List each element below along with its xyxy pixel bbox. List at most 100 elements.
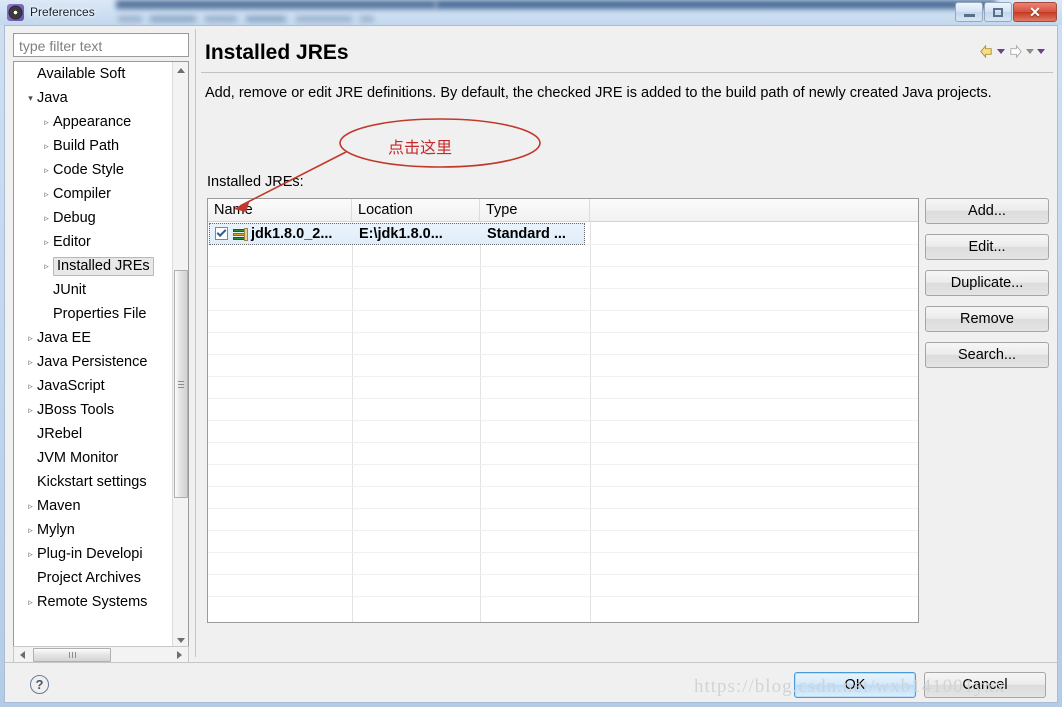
desktop-blur-streak xyxy=(118,16,142,22)
table-row-line xyxy=(208,552,918,553)
help-icon[interactable]: ? xyxy=(30,675,49,694)
annotation-label: 点击这里 xyxy=(388,138,453,157)
remove-button[interactable]: Remove xyxy=(925,306,1049,332)
panel-divider xyxy=(195,29,196,657)
scroll-up-arrow-icon[interactable] xyxy=(173,62,188,79)
title-separator xyxy=(201,72,1053,73)
preference-tree[interactable]: Available Soft ▾ Java ▹ Appearance ▹ Build Pat… xyxy=(13,61,189,650)
chevron-right-icon[interactable]: ▹ xyxy=(24,398,37,422)
chevron-right-icon[interactable]: ▹ xyxy=(40,206,53,230)
sidebar-item-javascript[interactable]: ▹ JavaScript xyxy=(14,374,173,398)
sidebar-item-jvm-monitor[interactable]: JVM Monitor xyxy=(14,446,173,470)
sidebar-item-build-path[interactable]: ▹ Build Path xyxy=(14,134,173,158)
chevron-right-icon[interactable]: ▹ xyxy=(24,326,37,350)
sidebar-item-code-style[interactable]: ▹ Code Style xyxy=(14,158,173,182)
sidebar-item-jboss-tools[interactable]: ▹ JBoss Tools xyxy=(14,398,173,422)
chevron-right-icon[interactable]: ▹ xyxy=(40,230,53,254)
table-row-line xyxy=(208,486,918,487)
forward-history-dropdown-icon[interactable] xyxy=(1026,48,1034,54)
maximize-button[interactable] xyxy=(984,2,1012,22)
installed-jres-table[interactable]: Name Location Type jdk1.8.0_2... E:\jdk1… xyxy=(207,198,919,623)
back-history-dropdown-icon[interactable] xyxy=(997,48,1005,54)
chevron-right-icon[interactable]: ▹ xyxy=(40,110,53,134)
chevron-right-icon[interactable]: ▹ xyxy=(24,590,37,614)
sidebar-item-java-ee[interactable]: ▹ Java EE xyxy=(14,326,173,350)
title-bar[interactable] xyxy=(0,0,1062,25)
sidebar-item-properties-file[interactable]: Properties File xyxy=(14,302,173,326)
eclipse-preferences-icon xyxy=(7,4,24,21)
sidebar-item-java-persistence[interactable]: ▹ Java Persistence xyxy=(14,350,173,374)
sidebar-item-project-archives[interactable]: Project Archives xyxy=(14,566,173,590)
sidebar-item-debug[interactable]: ▹ Debug xyxy=(14,206,173,230)
scrollbar-grip-icon xyxy=(178,380,184,388)
sidebar-item-plug-in-developi[interactable]: ▹ Plug-in Developi xyxy=(14,542,173,566)
jre-library-icon xyxy=(233,227,248,241)
sidebar-item-compiler[interactable]: ▹ Compiler xyxy=(14,182,173,206)
chevron-down-icon[interactable]: ▾ xyxy=(24,86,37,110)
jre-checkbox[interactable] xyxy=(215,227,228,240)
sidebar-item-label: Java Persistence xyxy=(37,354,148,371)
maximize-icon xyxy=(993,7,1003,17)
chevron-right-icon[interactable]: ▹ xyxy=(24,542,37,566)
sidebar-item-label: Build Path xyxy=(53,138,120,155)
chevron-right-icon[interactable]: ▹ xyxy=(24,350,37,374)
add-button[interactable]: Add... xyxy=(925,198,1049,224)
column-header-name[interactable]: Name xyxy=(208,199,352,221)
table-row[interactable]: jdk1.8.0_2... E:\jdk1.8.0... Standard ..… xyxy=(209,223,917,245)
chevron-right-icon[interactable]: ▹ xyxy=(24,494,37,518)
sidebar-item-label: JVM Monitor xyxy=(37,450,119,467)
vertical-scrollbar-thumb[interactable] xyxy=(174,270,188,498)
sidebar-item-kickstart-settings[interactable]: Kickstart settings xyxy=(14,470,173,494)
sidebar-item-appearance[interactable]: ▹ Appearance xyxy=(14,110,173,134)
close-button[interactable]: ✕ xyxy=(1013,2,1057,22)
scrollbar-grip-icon xyxy=(68,652,76,658)
desktop-blur-streak xyxy=(150,16,196,22)
chevron-right-icon[interactable]: ▹ xyxy=(24,518,37,542)
table-row-line xyxy=(208,530,918,531)
cell-name: jdk1.8.0_2... xyxy=(251,226,333,242)
sidebar-item-maven[interactable]: ▹ Maven xyxy=(14,494,173,518)
column-separator xyxy=(480,222,481,622)
filter-input[interactable]: type filter text xyxy=(13,33,189,57)
table-row-line xyxy=(208,596,918,597)
sidebar-item-mylyn[interactable]: ▹ Mylyn xyxy=(14,518,173,542)
table-row-line xyxy=(208,398,918,399)
minimize-button[interactable] xyxy=(955,2,983,22)
duplicate-button[interactable]: Duplicate... xyxy=(925,270,1049,296)
sidebar-item-installed-jres[interactable]: ▹ Installed JREs xyxy=(14,254,173,278)
sidebar-item-junit[interactable]: JUnit xyxy=(14,278,173,302)
sidebar-item-jrebel[interactable]: JRebel xyxy=(14,422,173,446)
desktop-blur-streak xyxy=(116,0,436,9)
chevron-right-icon[interactable]: ▹ xyxy=(40,254,53,278)
sidebar-item-editor[interactable]: ▹ Editor xyxy=(14,230,173,254)
tree-vertical-scrollbar[interactable] xyxy=(172,62,188,649)
edit-button[interactable]: Edit... xyxy=(925,234,1049,260)
sidebar-item-label: Installed JREs xyxy=(53,257,154,277)
horizontal-scrollbar-thumb[interactable] xyxy=(33,648,111,662)
sidebar-item-label: JavaScript xyxy=(37,378,105,395)
sidebar-item-label: JRebel xyxy=(37,426,83,443)
forward-arrow-icon[interactable] xyxy=(1008,44,1023,59)
scroll-left-arrow-icon[interactable] xyxy=(14,647,31,663)
scroll-right-arrow-icon[interactable] xyxy=(171,647,188,663)
desktop-blur-streak xyxy=(296,16,352,22)
chevron-right-icon[interactable]: ▹ xyxy=(24,374,37,398)
page-menu-dropdown-icon[interactable] xyxy=(1037,48,1045,54)
chevron-right-icon[interactable]: ▹ xyxy=(40,134,53,158)
table-row-line xyxy=(208,310,918,311)
sidebar-item-label: Editor xyxy=(53,234,91,251)
column-header-type[interactable]: Type xyxy=(480,199,590,221)
column-header-location[interactable]: Location xyxy=(352,199,480,221)
sidebar-item-label: Plug-in Developi xyxy=(37,546,143,563)
sidebar-item-java[interactable]: ▾ Java xyxy=(14,86,173,110)
sidebar-item-remote-systems[interactable]: ▹ Remote Systems xyxy=(14,590,173,614)
search-button[interactable]: Search... xyxy=(925,342,1049,368)
sidebar-item-available-soft[interactable]: Available Soft xyxy=(14,62,173,86)
chevron-right-icon[interactable]: ▹ xyxy=(40,158,53,182)
preference-page: Installed JREs Add, remove or edit JRE d… xyxy=(201,29,1053,657)
chevron-right-icon[interactable]: ▹ xyxy=(40,182,53,206)
preference-tree-panel: type filter text Available Soft ▾ Java ▹ App… xyxy=(9,29,194,664)
back-arrow-icon[interactable] xyxy=(979,44,994,59)
dialog-client-area: type filter text Available Soft ▾ Java ▹ App… xyxy=(4,25,1058,703)
